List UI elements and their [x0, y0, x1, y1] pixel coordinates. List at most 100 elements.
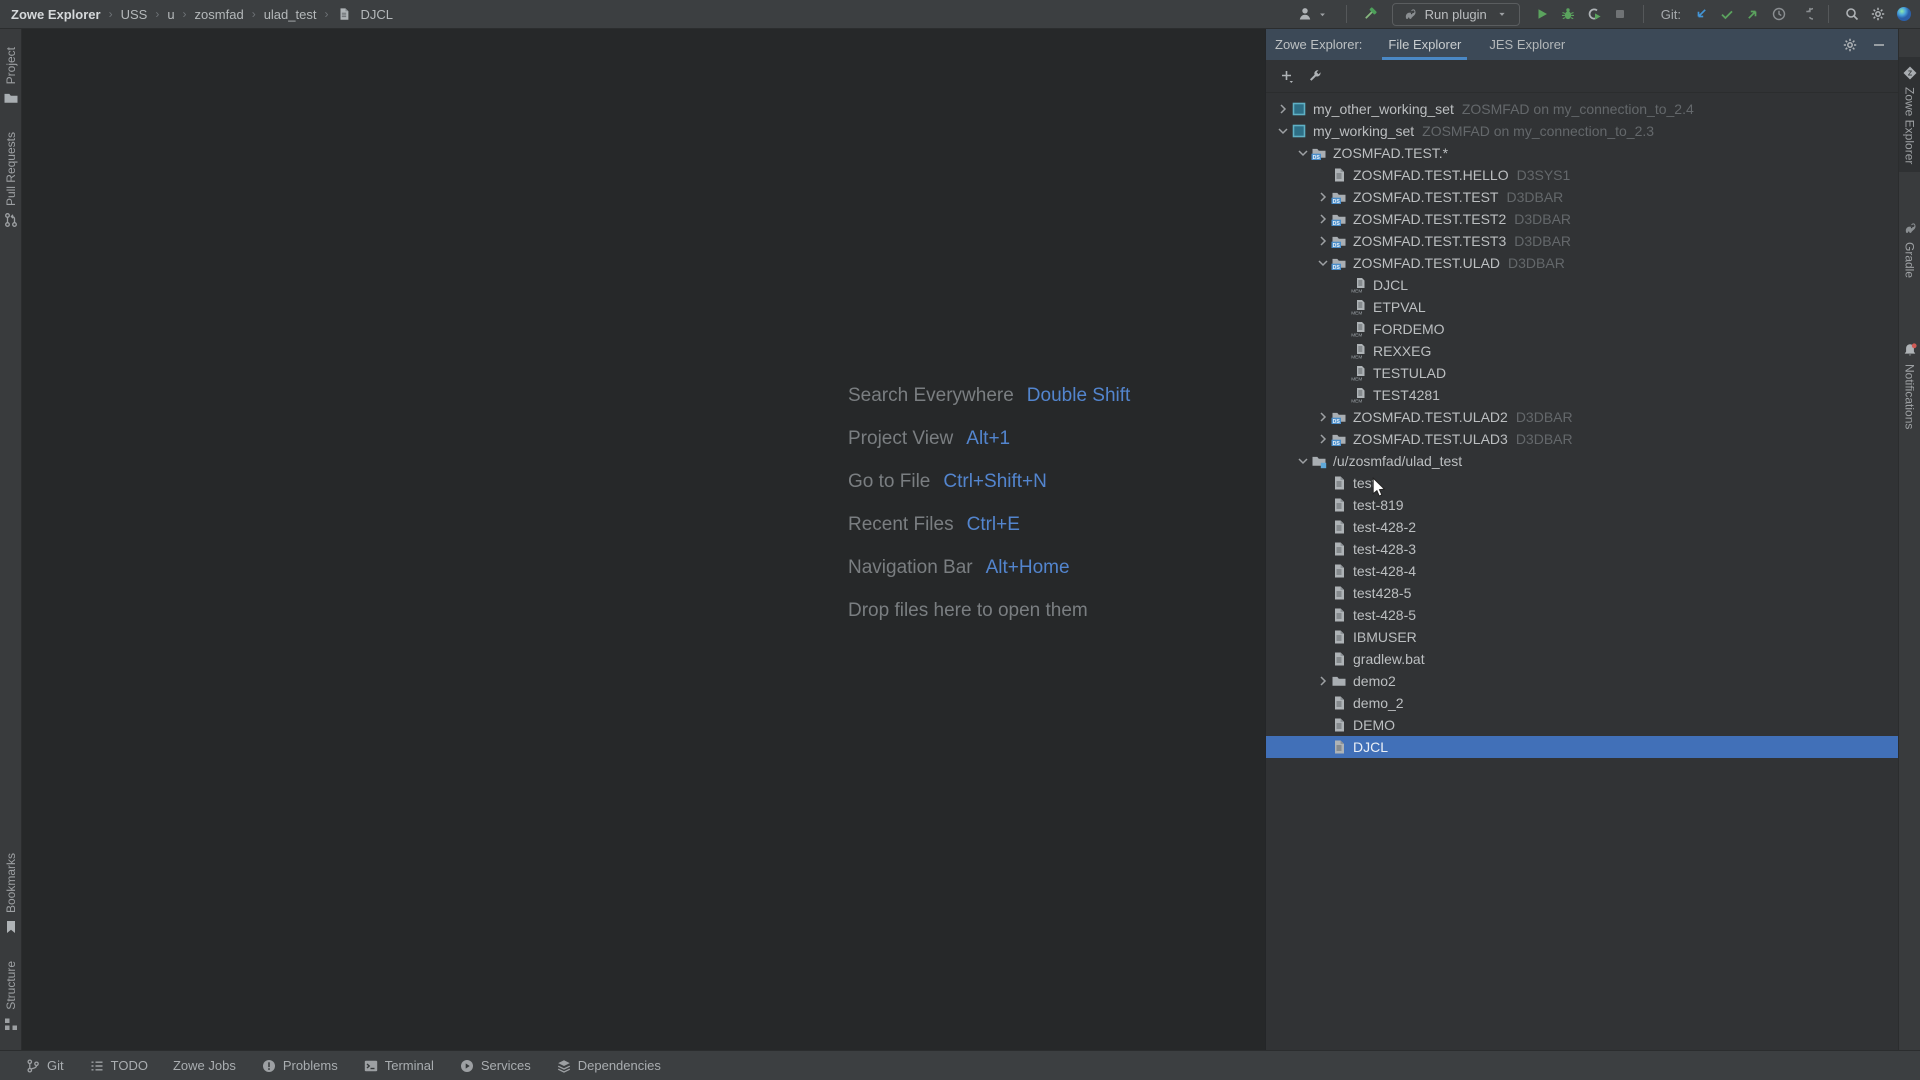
build-button[interactable]	[1362, 6, 1378, 22]
chevron-down-icon[interactable]	[1274, 123, 1291, 139]
tree-row-ibmuser[interactable]: IBMUSER	[1266, 626, 1898, 648]
tree-row-test-428-4[interactable]: test-428-4	[1266, 560, 1898, 582]
member-icon: MEM	[1351, 321, 1367, 337]
chevron-placeholder	[1334, 321, 1351, 337]
tree-node-label: ZOSMFAD.TEST.TEST	[1353, 189, 1498, 205]
tree-row-zosmfad-test-ulad2[interactable]: DSZOSMFAD.TEST.ULAD2D3DBAR	[1266, 406, 1898, 428]
stripe-button-pull-requests[interactable]: Pull Requests	[0, 124, 22, 236]
stripe-button-bookmarks[interactable]: Bookmarks	[0, 845, 22, 943]
notifications-bell-icon	[1902, 342, 1918, 358]
run-button[interactable]	[1534, 6, 1550, 22]
tree-row--u-zosmfad-ulad-test[interactable]: /u/zosmfad/ulad_test	[1266, 450, 1898, 472]
tree-row-my-other-working-set[interactable]: my_other_working_setZOSMFAD on my_connec…	[1266, 98, 1898, 120]
search-everywhere-button[interactable]	[1844, 6, 1860, 22]
tree-row-djcl[interactable]: MEMDJCL	[1266, 274, 1898, 296]
chevron-down-icon[interactable]	[1294, 453, 1311, 469]
tree-row-test-428-3[interactable]: test-428-3	[1266, 538, 1898, 560]
stripe-button-project[interactable]: Project	[0, 39, 22, 114]
add-icon[interactable]	[1279, 68, 1295, 84]
tree-row-etpval[interactable]: MEMETPVAL	[1266, 296, 1898, 318]
shortcut-hint-row: Recent FilesCtrl+E	[848, 503, 1130, 546]
project-folder-icon	[3, 90, 19, 106]
profile-button[interactable]	[1896, 6, 1912, 22]
svg-text:DS: DS	[1313, 155, 1321, 161]
stripe-button-zowe-explorer[interactable]: ZZowe Explorer	[1899, 57, 1920, 172]
chevron-right-icon[interactable]	[1314, 189, 1331, 205]
stop-icon	[1612, 6, 1628, 22]
tree-row-zosmfad-test-test2[interactable]: DSZOSMFAD.TEST.TEST2D3DBAR	[1266, 208, 1898, 230]
chevron-right-icon[interactable]	[1314, 409, 1331, 425]
tab-jes-explorer[interactable]: JES Explorer	[1483, 29, 1571, 60]
uss-file-icon	[1331, 475, 1347, 491]
rollback-button[interactable]	[1797, 6, 1813, 22]
tree-row-gradlew-bat[interactable]: gradlew.bat	[1266, 648, 1898, 670]
statusbar-item-git[interactable]: Git	[25, 1058, 64, 1074]
tree-row-demo[interactable]: DEMO	[1266, 714, 1898, 736]
tree-row-test-428-2[interactable]: test-428-2	[1266, 516, 1898, 538]
tree-row-djcl[interactable]: DJCL	[1266, 736, 1898, 758]
tree-row-demo2[interactable]: demo2	[1266, 670, 1898, 692]
statusbar-item-zowe-jobs[interactable]: Zowe Jobs	[173, 1058, 236, 1073]
tree-row-test4281[interactable]: MEMTEST4281	[1266, 384, 1898, 406]
chevron-right-icon[interactable]	[1314, 211, 1331, 227]
tree-row-demo-2[interactable]: demo_2	[1266, 692, 1898, 714]
git-update-button[interactable]	[1693, 6, 1709, 22]
chevron-down-icon[interactable]	[1314, 255, 1331, 271]
uss-dir-icon	[1311, 453, 1327, 469]
user-menu-button[interactable]	[1297, 6, 1331, 22]
stripe-button-structure[interactable]: Structure	[0, 953, 22, 1040]
breadcrumb-item[interactable]: ulad_test	[264, 7, 317, 22]
tree-row-test[interactable]: test	[1266, 472, 1898, 494]
wrench-icon[interactable]	[1307, 68, 1323, 84]
dataset-tree: my_other_working_setZOSMFAD on my_connec…	[1266, 93, 1898, 758]
stripe-button-gradle[interactable]: Gradle	[1899, 212, 1920, 286]
breadcrumb-item[interactable]: Zowe Explorer	[11, 7, 101, 22]
chevron-down-icon[interactable]	[1294, 145, 1311, 161]
chevron-right-icon[interactable]	[1314, 431, 1331, 447]
statusbar-item-terminal[interactable]: Terminal	[363, 1058, 434, 1074]
statusbar-item-problems[interactable]: Problems	[261, 1058, 338, 1074]
breadcrumb: Zowe Explorer›USS›u›zosmfad›ulad_test›DJ…	[0, 6, 393, 22]
stop-button[interactable]	[1612, 6, 1628, 22]
git-push-button[interactable]	[1745, 6, 1761, 22]
settings-button[interactable]	[1870, 6, 1886, 22]
statusbar-item-dependencies[interactable]: Dependencies	[556, 1058, 661, 1074]
tool-window-header: Zowe Explorer: File Explorer JES Explore…	[1266, 29, 1898, 60]
folder-icon	[1331, 673, 1347, 689]
git-commit-button[interactable]	[1719, 6, 1735, 22]
history-button[interactable]	[1771, 6, 1787, 22]
svg-text:DS: DS	[1333, 419, 1341, 425]
run-configuration-label: Run plugin	[1425, 7, 1487, 22]
tree-row-zosmfad-test-[interactable]: DSZOSMFAD.TEST.*	[1266, 142, 1898, 164]
chevron-right-icon[interactable]	[1274, 101, 1291, 117]
statusbar-item-todo[interactable]: TODO	[89, 1058, 148, 1074]
tree-row-test428-5[interactable]: test428-5	[1266, 582, 1898, 604]
breadcrumb-item[interactable]: USS	[121, 7, 148, 22]
tree-row-zosmfad-test-test3[interactable]: DSZOSMFAD.TEST.TEST3D3DBAR	[1266, 230, 1898, 252]
statusbar-item-services[interactable]: Services	[459, 1058, 531, 1074]
run-with-coverage-button[interactable]	[1586, 6, 1602, 22]
tree-row-rexxeg[interactable]: MEMREXXEG	[1266, 340, 1898, 362]
tool-window-settings-icon[interactable]	[1842, 37, 1858, 53]
debug-button[interactable]	[1560, 6, 1576, 22]
run-configuration-select[interactable]: Run plugin	[1392, 3, 1520, 26]
minimize-icon[interactable]	[1871, 37, 1887, 53]
chevron-right-icon[interactable]	[1314, 673, 1331, 689]
tab-file-explorer[interactable]: File Explorer	[1382, 29, 1467, 60]
breadcrumb-item[interactable]: DJCL	[360, 7, 393, 22]
tree-row-test-428-5[interactable]: test-428-5	[1266, 604, 1898, 626]
tree-row-testulad[interactable]: MEMTESTULAD	[1266, 362, 1898, 384]
tree-row-test-819[interactable]: test-819	[1266, 494, 1898, 516]
tree-row-zosmfad-test-ulad[interactable]: DSZOSMFAD.TEST.ULADD3DBAR	[1266, 252, 1898, 274]
breadcrumb-item[interactable]: u	[167, 7, 174, 22]
tree-row-fordemo[interactable]: MEMFORDEMO	[1266, 318, 1898, 340]
editor-area: Search EverywhereDouble ShiftProject Vie…	[23, 29, 1265, 1050]
chevron-right-icon[interactable]	[1314, 233, 1331, 249]
stripe-button-notifications[interactable]: Notifications	[1899, 334, 1920, 437]
tree-row-zosmfad-test-test[interactable]: DSZOSMFAD.TEST.TESTD3DBAR	[1266, 186, 1898, 208]
tree-row-zosmfad-test-ulad3[interactable]: DSZOSMFAD.TEST.ULAD3D3DBAR	[1266, 428, 1898, 450]
tree-row-zosmfad-test-hello[interactable]: ZOSMFAD.TEST.HELLOD3SYS1	[1266, 164, 1898, 186]
tree-node-suffix: D3SYS1	[1517, 167, 1571, 183]
tree-row-my-working-set[interactable]: my_working_setZOSMFAD on my_connection_t…	[1266, 120, 1898, 142]
breadcrumb-item[interactable]: zosmfad	[195, 7, 244, 22]
